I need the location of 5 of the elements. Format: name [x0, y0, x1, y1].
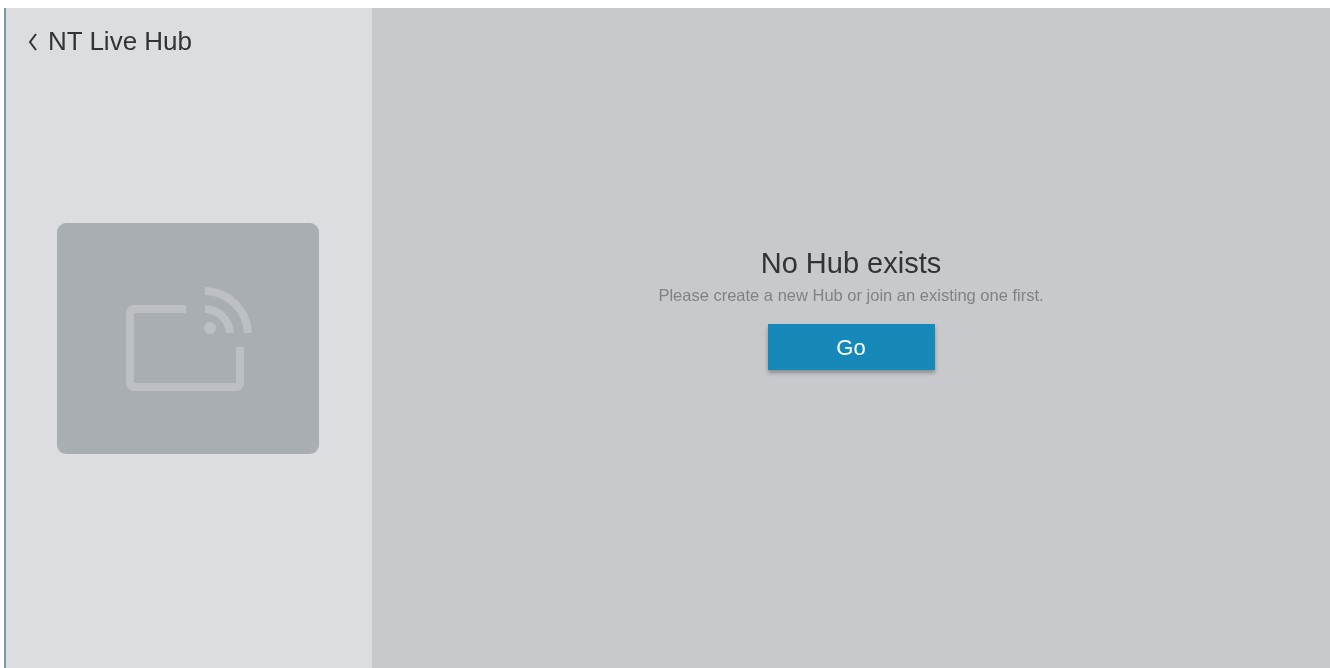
page-title: NT Live Hub: [48, 25, 193, 58]
back-icon[interactable]: [28, 31, 38, 52]
go-button[interactable]: Go: [767, 324, 935, 371]
empty-state-message: Please create a new Hub or join an existing one first.: [658, 284, 1044, 306]
empty-state-heading: No Hub exists: [760, 245, 942, 281]
